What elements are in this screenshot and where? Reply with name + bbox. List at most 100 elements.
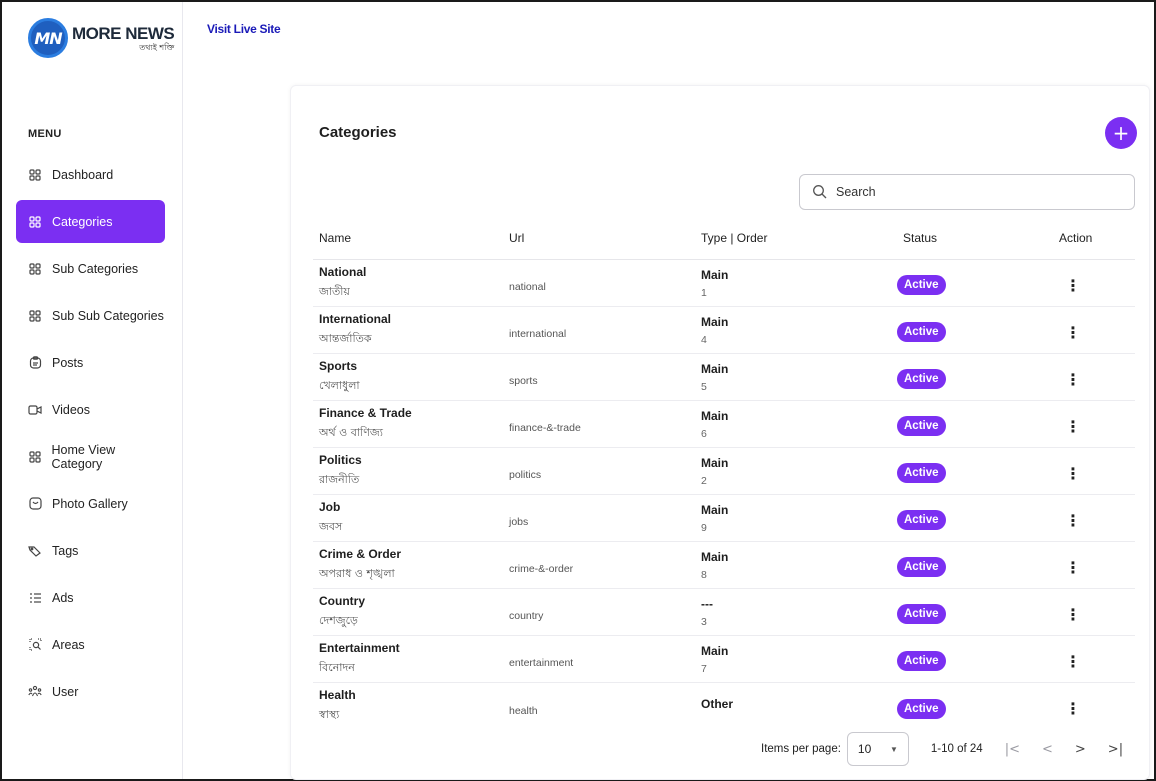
list-icon [28,591,42,605]
first-page-icon[interactable]: |< [1005,742,1020,757]
category-order: 6 [701,427,707,440]
category-name: Entertainment [319,640,400,655]
more-vertical-icon[interactable]: ⋮ [1063,605,1083,624]
categories-card: Categories + Name Url Type | Order Statu… [290,85,1150,780]
category-order: 7 [701,662,707,675]
table-row: Health স্বাস্থ্য health Other Active ⋮ [313,683,1135,730]
sidebar-item-dashboard[interactable]: Dashboard [16,153,165,196]
sidebar-item-user[interactable]: User [16,670,165,713]
category-name: Crime & Order [319,546,402,561]
category-name-bn: আন্তর্জাতিক [319,331,372,345]
more-vertical-icon[interactable]: ⋮ [1063,652,1083,671]
search-input[interactable] [836,185,1096,199]
logo-mark: MN [28,18,68,58]
sidebar-item-posts[interactable]: Posts [16,341,165,384]
users-icon [28,685,42,699]
status-badge[interactable]: Active [897,369,946,389]
more-vertical-icon[interactable]: ⋮ [1063,323,1083,342]
sidebar-item-label: Ads [52,590,74,605]
more-vertical-icon[interactable]: ⋮ [1063,558,1083,577]
category-url: politics [509,469,542,481]
sidebar-item-sub-sub-categories[interactable]: Sub Sub Categories [16,294,165,337]
sidebar-item-home-view-category[interactable]: Home View Category [16,435,165,478]
category-name-bn: অপরাধ ও শৃঙ্খলা [319,566,395,580]
sidebar-item-label: Sub Categories [52,261,139,276]
category-name-bn: রাজনীতি [319,472,360,486]
status-badge[interactable]: Active [897,557,946,577]
sidebar-item-videos[interactable]: Videos [16,388,165,431]
category-order: 4 [701,333,707,346]
category-name: National [319,264,367,279]
table-row: International আন্তর্জাতিক international M… [313,307,1135,354]
status-badge[interactable]: Active [897,275,946,295]
status-badge[interactable]: Active [897,604,946,624]
category-name: Politics [319,452,362,467]
logo[interactable]: MN MORE NEWS তথ্যই শক্তি [28,18,175,58]
sidebar-item-ads[interactable]: Ads [16,576,165,619]
sidebar-item-tags[interactable]: Tags [16,529,165,572]
sidebar-item-areas[interactable]: Areas [16,623,165,666]
sidebar-item-sub-categories[interactable]: Sub Categories [16,247,165,290]
column-header-url[interactable]: Url [509,231,701,245]
column-header-name[interactable]: Name [313,231,509,245]
items-per-page-label: Items per page: [761,743,841,755]
sidebar-item-label: Tags [52,543,79,558]
table-row: Entertainment বিনোদন entertainment Main 7 … [313,636,1135,683]
more-vertical-icon[interactable]: ⋮ [1063,417,1083,436]
sidebar-item-label: Dashboard [52,167,114,182]
category-url: sports [509,375,538,387]
status-badge[interactable]: Active [897,416,946,436]
prev-page-icon[interactable]: < [1042,742,1053,757]
grid-icon [28,262,42,276]
table-row: Job জবস jobs Main 9 Active ⋮ [313,495,1135,542]
page-range: 1-10 of 24 [930,743,983,755]
grid-icon [28,215,42,229]
table-row: National জাতীয় national Main 1 Active ⋮ [313,260,1135,307]
column-header-status[interactable]: Status [897,231,1037,245]
category-name-bn: জাতীয় [319,284,350,298]
status-badge[interactable]: Active [897,322,946,342]
status-badge[interactable]: Active [897,698,946,719]
grid-icon [28,450,41,464]
last-page-icon[interactable]: >| [1108,742,1123,757]
more-vertical-icon[interactable]: ⋮ [1063,464,1083,483]
status-badge[interactable]: Active [897,463,946,483]
category-name-bn: বিনোদন [319,660,355,674]
category-name-bn: অর্থ ও বাণিজ্য [319,425,383,439]
sidebar-item-categories[interactable]: Categories [16,200,165,243]
sidebar-item-label: Photo Gallery [52,496,128,511]
next-page-icon[interactable]: > [1075,742,1086,757]
table-row: Country দেশজুড়ে country --- 3 Active ⋮ [313,589,1135,636]
sidebar-item-label: Areas [52,637,85,652]
location-search-icon [28,638,42,652]
category-type: Main [701,267,729,282]
sidebar-item-photo-gallery[interactable]: Photo Gallery [16,482,165,525]
more-vertical-icon[interactable]: ⋮ [1063,699,1083,718]
category-type: Main [701,643,729,658]
sidebar-item-label: Videos [52,402,90,417]
status-badge[interactable]: Active [897,510,946,530]
more-vertical-icon[interactable]: ⋮ [1063,511,1083,530]
grid-icon [28,168,42,182]
column-header-type-order[interactable]: Type | Order [701,231,897,245]
status-badge[interactable]: Active [897,651,946,671]
more-vertical-icon[interactable]: ⋮ [1063,370,1083,389]
sidebar: MN MORE NEWS তথ্যই শক্তি MENU Dashboard … [2,2,183,779]
search-icon [812,184,828,200]
page-title: Categories [319,124,397,141]
category-type: Other [701,697,734,711]
category-type: Main [701,361,729,376]
add-category-button[interactable]: + [1105,117,1137,149]
category-url: finance-&-trade [509,422,581,434]
sidebar-item-label: Sub Sub Categories [52,308,164,323]
items-per-page-select[interactable]: 10 ▼ [846,732,909,766]
table-header: Name Url Type | Order Status Action [313,216,1135,260]
more-vertical-icon[interactable]: ⋮ [1063,276,1083,295]
tag-icon [28,544,42,558]
visit-live-site-link[interactable]: Visit Live Site [207,22,281,36]
sidebar-item-label: Categories [52,214,113,229]
search-field[interactable] [799,174,1135,210]
category-type: Main [701,502,729,517]
category-order: 8 [701,568,707,581]
category-name-bn: দেশজুড়ে [319,613,358,627]
